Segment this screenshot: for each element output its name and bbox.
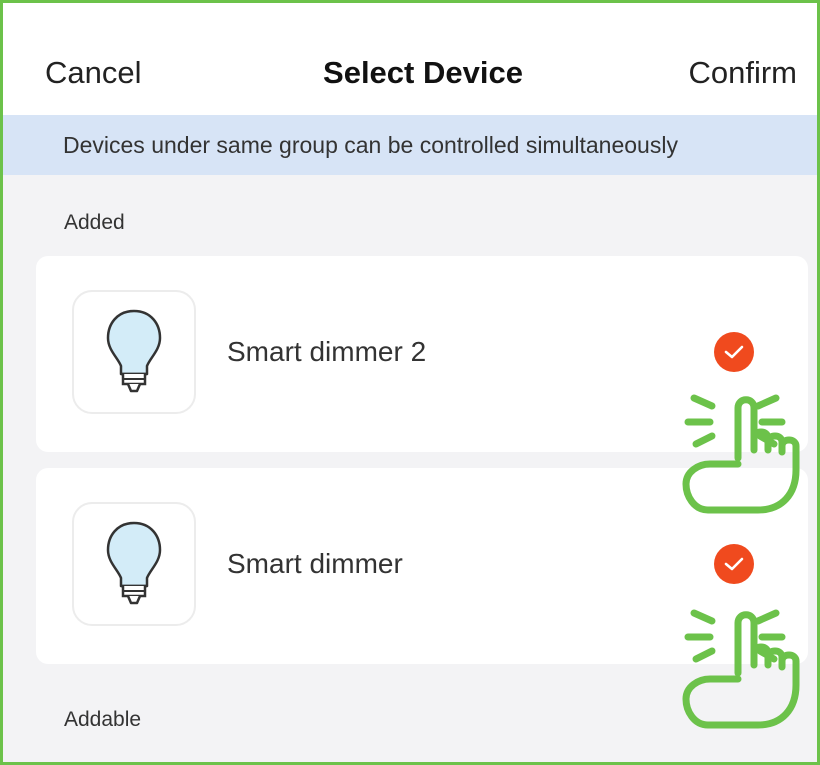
confirm-button[interactable]: Confirm xyxy=(688,55,797,91)
device-thumbnail xyxy=(72,502,196,626)
device-item[interactable]: Smart dimmer xyxy=(36,468,808,664)
info-banner: Devices under same group can be controll… xyxy=(3,115,817,175)
section-header-added: Added xyxy=(64,211,125,234)
device-name: Smart dimmer 2 xyxy=(227,336,427,367)
light-bulb-icon xyxy=(106,309,162,393)
device-thumbnail xyxy=(72,290,196,414)
navigation-bar: Cancel Select Device Confirm xyxy=(3,3,817,115)
section-header-addable: Addable xyxy=(64,708,142,731)
app-frame: Cancel Select Device Confirm Devices und… xyxy=(0,0,820,765)
selected-checkmark-icon[interactable] xyxy=(714,332,754,372)
device-name: Smart dimmer xyxy=(227,548,403,579)
device-item[interactable]: Smart dimmer 2 xyxy=(36,256,808,452)
light-bulb-icon xyxy=(106,521,162,605)
selected-checkmark-icon[interactable] xyxy=(714,544,754,584)
